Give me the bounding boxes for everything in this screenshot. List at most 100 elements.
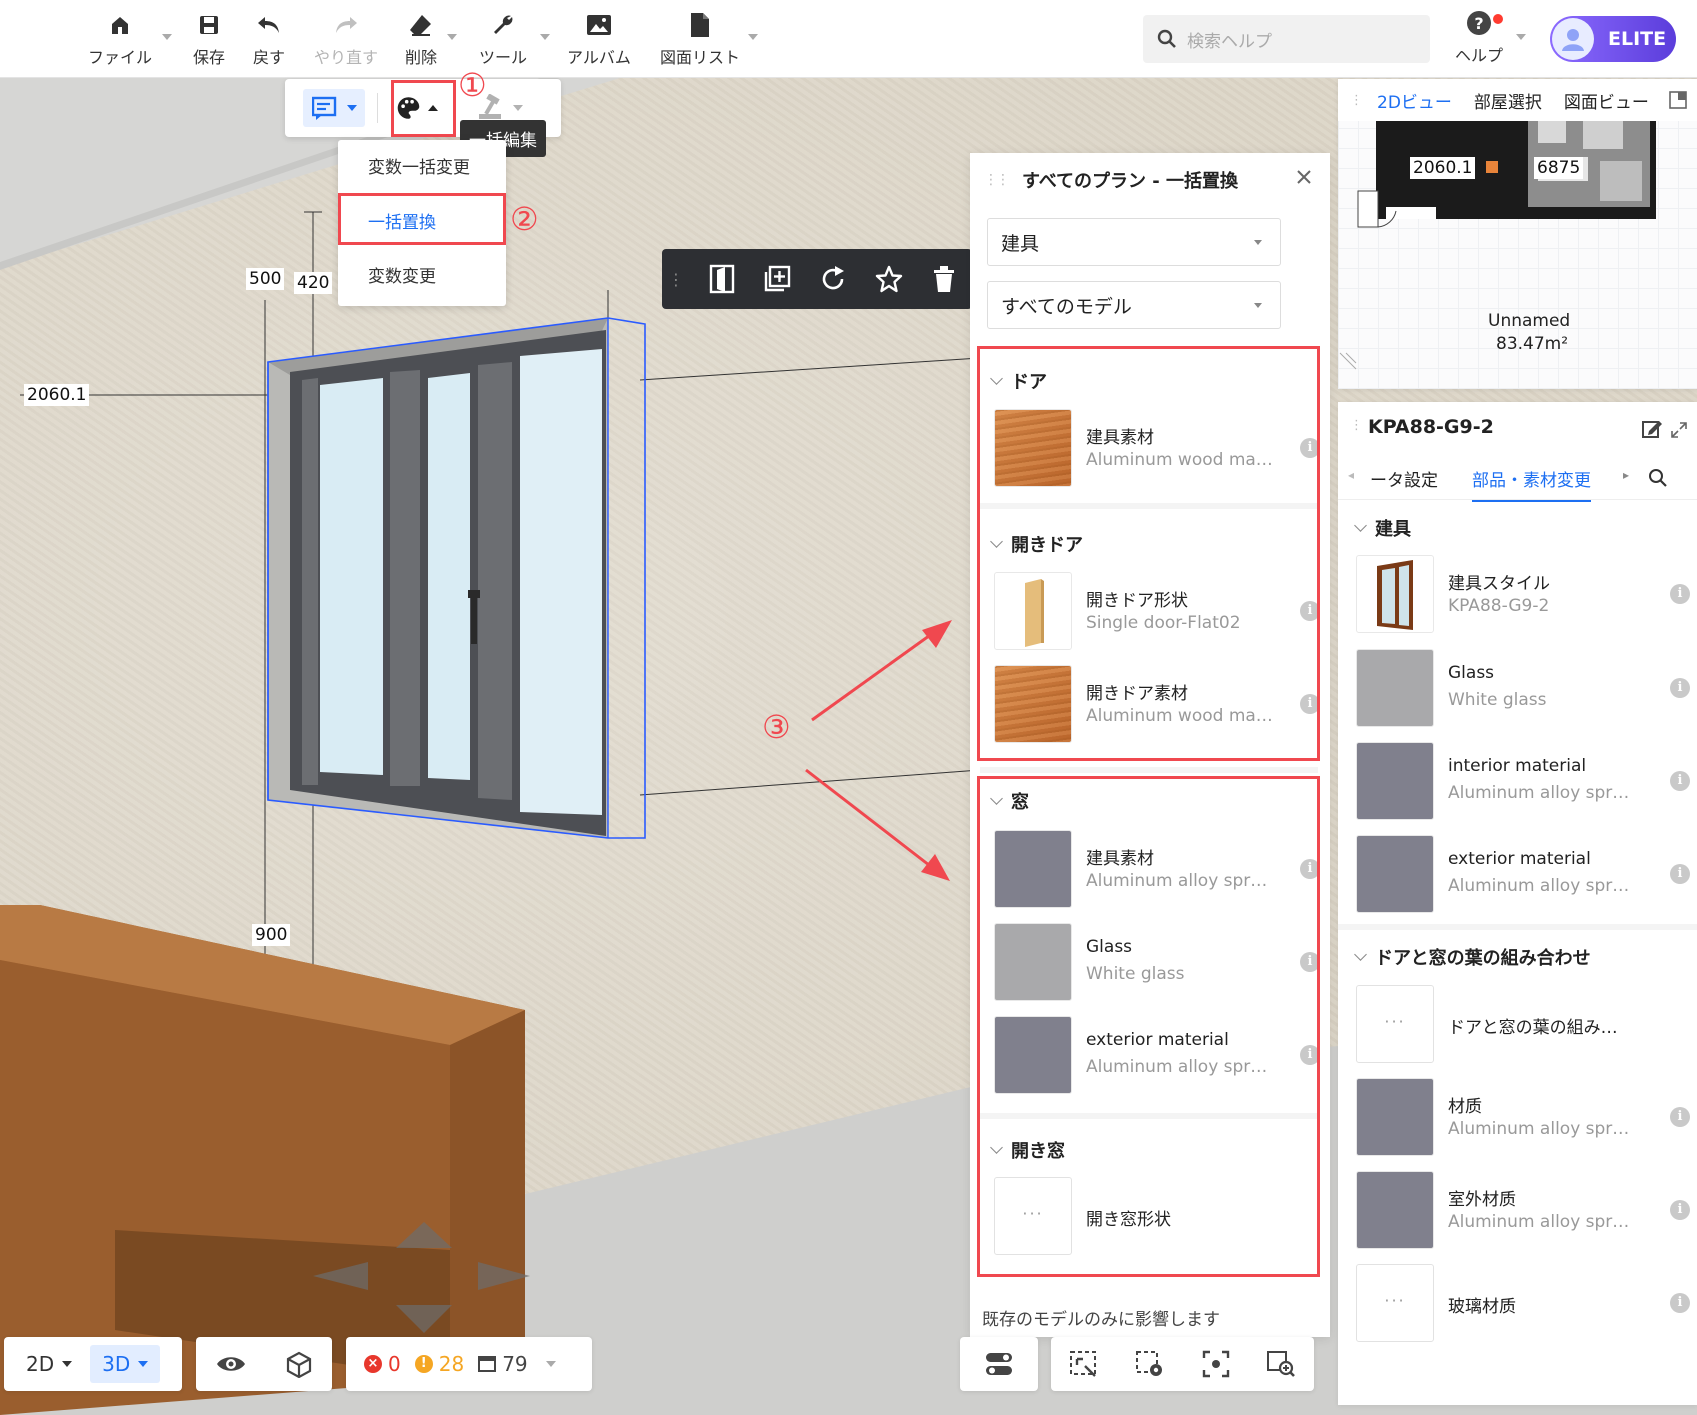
section-leaf-combination-header[interactable]: ドアと窓の葉の組み合わせ: [1354, 944, 1591, 970]
list-item[interactable]: 建具スタイル KPA88-G9-2 i: [1356, 555, 1690, 633]
undo-label: 戻す: [253, 48, 286, 67]
file-menu[interactable]: ファイル: [88, 10, 152, 68]
redo-label: やり直す: [314, 48, 379, 67]
section-fittings-header[interactable]: 建具: [1354, 515, 1411, 541]
list-caret-icon: [347, 105, 357, 111]
info-icon[interactable]: i: [1670, 1293, 1690, 1313]
info-icon[interactable]: i: [1670, 678, 1690, 698]
search-input[interactable]: 検索ヘルプ: [1143, 15, 1430, 63]
tab-room-select[interactable]: 部屋選択: [1474, 88, 1542, 113]
menu-item-variable-batch[interactable]: 変数一括変更: [338, 143, 506, 193]
redo-button[interactable]: やり直す: [314, 10, 378, 68]
zoom-region-icon[interactable]: [1266, 1350, 1296, 1378]
tab-parts-materials[interactable]: 部品・素材変更: [1472, 466, 1591, 502]
tab-scroll-right-icon[interactable]: ▸: [1623, 468, 1629, 482]
tools-caret-icon[interactable]: [540, 34, 550, 40]
item-value: Aluminum alloy spr…: [1448, 783, 1630, 803]
dimension-2060: 2060.1: [24, 384, 90, 406]
file-caret-icon[interactable]: [162, 34, 172, 40]
help-icon: ?: [1467, 11, 1491, 35]
item-name: Glass: [1448, 663, 1495, 683]
mode-3d-label: 3D: [102, 1352, 131, 1376]
tab-parameter-settings[interactable]: ータ設定: [1370, 466, 1438, 491]
item-name: 室外材质: [1448, 1190, 1516, 1210]
top-toolbar: ファイル 保存 戻す やり直す 削除 ツール アルバム 図面リスト 検索ヘルプ …: [0, 0, 1697, 78]
error-count[interactable]: × 0: [364, 1352, 401, 1376]
search-icon[interactable]: [1648, 468, 1668, 488]
favorite-star-icon[interactable]: [861, 265, 917, 293]
object-toolbar: ⋮: [662, 249, 972, 309]
region-settings-icon[interactable]: [1135, 1350, 1165, 1378]
list-item[interactable]: exterior material Aluminum alloy spr… i: [1356, 835, 1690, 913]
rotate-icon[interactable]: [805, 265, 861, 293]
menu-item-variable-change[interactable]: 変数変更: [338, 252, 506, 302]
info-icon[interactable]: i: [1670, 584, 1690, 604]
camera-tools-bar: [1051, 1337, 1314, 1391]
tab-2d-view[interactable]: 2Dビュー: [1377, 88, 1452, 113]
expand-panel-icon[interactable]: [1669, 91, 1687, 109]
flip-door-icon[interactable]: [694, 264, 750, 294]
model-count[interactable]: 79: [478, 1352, 528, 1376]
status-caret-icon[interactable]: [545, 1361, 556, 1367]
caret-down-icon: [62, 1361, 73, 1367]
help-caret-icon[interactable]: [1516, 34, 1526, 40]
item-value: White glass: [1448, 690, 1547, 710]
material-swatch: [1356, 649, 1434, 727]
item-name: exterior material: [1448, 849, 1591, 869]
toggle-icon[interactable]: [984, 1351, 1014, 1377]
region-select-icon[interactable]: [1069, 1350, 1099, 1378]
save-button[interactable]: 保存: [193, 10, 225, 68]
list-item[interactable]: 室外材质 Aluminum alloy spr… i: [1356, 1171, 1690, 1249]
list-edit-button[interactable]: [303, 89, 365, 127]
info-icon[interactable]: i: [1670, 1107, 1690, 1127]
tab-drawing-view[interactable]: 図面ビュー: [1564, 88, 1649, 113]
list-item[interactable]: 材质 Aluminum alloy spr… i: [1356, 1078, 1690, 1156]
delete-button[interactable]: 削除: [405, 10, 437, 68]
edit-icon[interactable]: [1641, 418, 1663, 440]
section-name: 建具: [1375, 519, 1411, 540]
delete-label: 削除: [405, 48, 438, 67]
tools-menu[interactable]: ツール: [479, 10, 527, 68]
display-bar: [196, 1337, 332, 1391]
focus-icon[interactable]: [1202, 1350, 1230, 1378]
eye-icon[interactable]: [216, 1354, 246, 1374]
list-item[interactable]: ··· 玻璃材质 i: [1356, 1264, 1690, 1342]
minimap-dimension-a: 2060.1: [1410, 157, 1476, 179]
album-button[interactable]: アルバム: [567, 10, 631, 68]
drawing-list-button[interactable]: 図面リスト: [660, 10, 740, 68]
list-item[interactable]: ··· ドアと窓の葉の組み…: [1356, 985, 1656, 1063]
step-marker-1: ①: [458, 66, 487, 104]
panel-drag-handle-icon[interactable]: ⋮: [1350, 93, 1363, 108]
help-button[interactable]: ? ヘルプ: [1455, 10, 1503, 66]
mode-2d-label: 2D: [26, 1352, 55, 1376]
add-copy-icon[interactable]: [750, 265, 806, 293]
info-icon[interactable]: i: [1670, 771, 1690, 791]
delete-caret-icon[interactable]: [447, 34, 457, 40]
cube-icon[interactable]: [285, 1350, 313, 1378]
info-icon[interactable]: i: [1670, 1200, 1690, 1220]
info-icon[interactable]: i: [1670, 864, 1690, 884]
layers-toggle-bar: [960, 1337, 1038, 1391]
tab-scroll-left-icon[interactable]: ◂: [1348, 468, 1354, 482]
close-icon[interactable]: [1294, 167, 1314, 187]
list-item[interactable]: interior material Aluminum alloy spr… i: [1356, 742, 1690, 820]
mode-2d-button[interactable]: 2D: [14, 1345, 84, 1383]
status-bar[interactable]: × 0 ! 28 79: [346, 1337, 592, 1391]
highlight-box-doors: [977, 346, 1320, 761]
drag-handle-icon[interactable]: ⋮: [668, 270, 684, 289]
expand-icon[interactable]: [1671, 422, 1687, 438]
more-icon: ···: [1356, 985, 1434, 1063]
list-item[interactable]: Glass White glass i: [1356, 649, 1690, 727]
trash-icon[interactable]: [916, 265, 972, 293]
model-filter-select[interactable]: すべてのモデル: [987, 281, 1281, 329]
warning-count[interactable]: ! 28: [414, 1352, 464, 1376]
panel-drag-handle-icon[interactable]: ⋮: [1350, 418, 1363, 433]
account-badge[interactable]: ELITE: [1550, 16, 1676, 62]
chevron-down-icon: [1354, 519, 1367, 532]
panel-drag-handle-icon[interactable]: ⋮⋮: [984, 172, 1010, 188]
category-select[interactable]: 建具: [987, 218, 1281, 266]
mode-3d-button[interactable]: 3D: [90, 1345, 161, 1383]
drawing-list-caret-icon[interactable]: [748, 34, 758, 40]
file-label: ファイル: [88, 48, 153, 67]
undo-button[interactable]: 戻す: [253, 10, 285, 68]
